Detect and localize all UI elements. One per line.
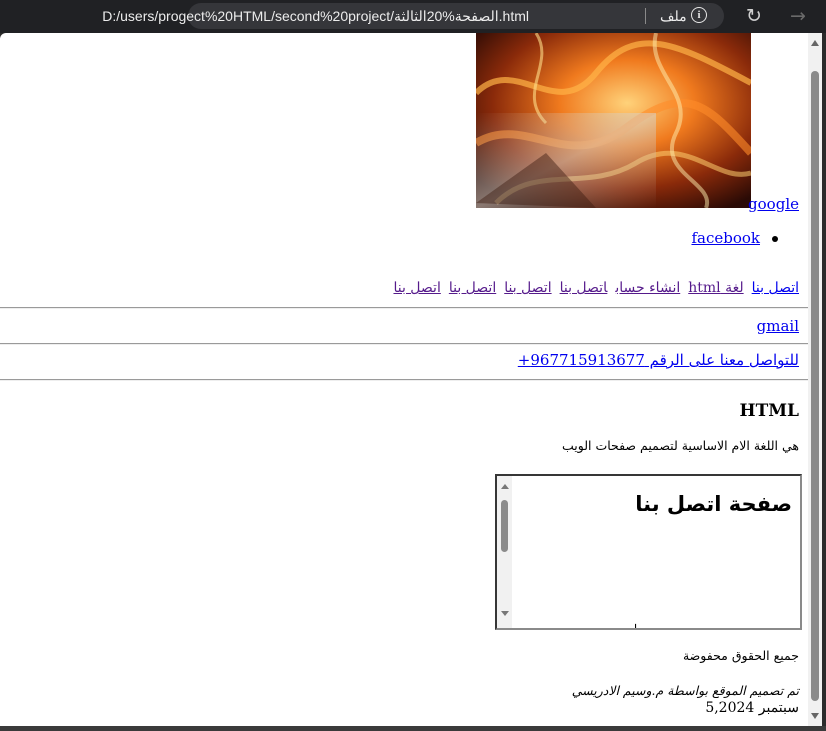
google-link[interactable]: google xyxy=(748,195,799,213)
divider xyxy=(0,343,808,345)
browser-toolbar: D:/users/progect%20HTML/second%20project… xyxy=(0,0,826,33)
iframe-page-title: صفحة اتصل بنا xyxy=(635,492,792,516)
url-text[interactable]: D:/users/progect%20HTML/second%20project… xyxy=(102,8,529,25)
scroll-down-icon[interactable] xyxy=(501,611,509,616)
scroll-thumb[interactable] xyxy=(811,71,819,701)
date-text: سبتمبر 5,2024 xyxy=(705,700,799,716)
page-content: google facebook اتصل بنا لغة html انشاء حس… xyxy=(0,33,808,726)
file-scheme-label[interactable]: ملف xyxy=(660,8,687,25)
list-bullet xyxy=(772,236,778,242)
list-item: facebook xyxy=(691,229,778,247)
scroll-thumb[interactable] xyxy=(501,500,508,552)
facebook-link[interactable]: facebook xyxy=(691,229,760,247)
window-bottom-edge xyxy=(0,726,826,731)
copyright-text: جميع الحقوق محفوضة xyxy=(682,648,799,663)
nav-link-contact-3[interactable]: اتصل بنا xyxy=(504,280,551,296)
divider xyxy=(0,379,808,381)
address-bar[interactable]: D:/users/progect%20HTML/second%20project… xyxy=(102,3,724,29)
credit-text: تم تصميم الموقع بواسطة م.وسيم الادريسي xyxy=(571,683,799,698)
forward-icon[interactable]: → xyxy=(786,4,810,28)
gmail-link[interactable]: gmail xyxy=(757,317,799,335)
nav-link-html[interactable]: لغة html xyxy=(688,280,743,296)
page-scrollbar[interactable] xyxy=(808,33,822,726)
nav-link-create-account[interactable]: انشاء حساب xyxy=(615,280,680,296)
html-description: هي اللغة الام الاساسية لتصميم صفحات الوي… xyxy=(562,438,799,453)
scroll-up-icon[interactable] xyxy=(501,484,509,489)
reload-icon[interactable]: ↻ xyxy=(742,4,766,28)
nav-links: اتصل بنا لغة html انشاء حساب اتصل بنا اتصل ب… xyxy=(385,280,799,296)
info-icon[interactable]: i xyxy=(691,7,707,23)
fire-photo xyxy=(476,33,751,208)
nav-link-contact-1[interactable]: اتصل بنا xyxy=(752,280,799,296)
page-viewport: google facebook اتصل بنا لغة html انشاء حس… xyxy=(0,33,822,726)
iframe-scrollbar[interactable] xyxy=(497,476,512,628)
divider xyxy=(0,307,808,309)
contact-iframe[interactable]: صفحة اتصل بنا ـا ــ xyxy=(495,474,802,630)
address-divider xyxy=(645,8,646,24)
social-list: facebook xyxy=(691,229,778,247)
scroll-up-icon[interactable] xyxy=(811,40,819,46)
fire-image xyxy=(476,33,751,208)
phone-link[interactable]: للتواصل معنا على الرقم 967715913677+ xyxy=(518,351,799,369)
scroll-down-icon[interactable] xyxy=(811,713,819,719)
iframe-clipped-text: ـا ــ xyxy=(623,622,642,630)
nav-link-contact-2[interactable]: اتصل بنا xyxy=(560,280,608,296)
html-heading: HTML xyxy=(739,401,799,421)
nav-link-contact-5[interactable]: اتصل بنا xyxy=(393,280,440,296)
nav-link-contact-4[interactable]: اتصل بنا xyxy=(449,280,496,296)
